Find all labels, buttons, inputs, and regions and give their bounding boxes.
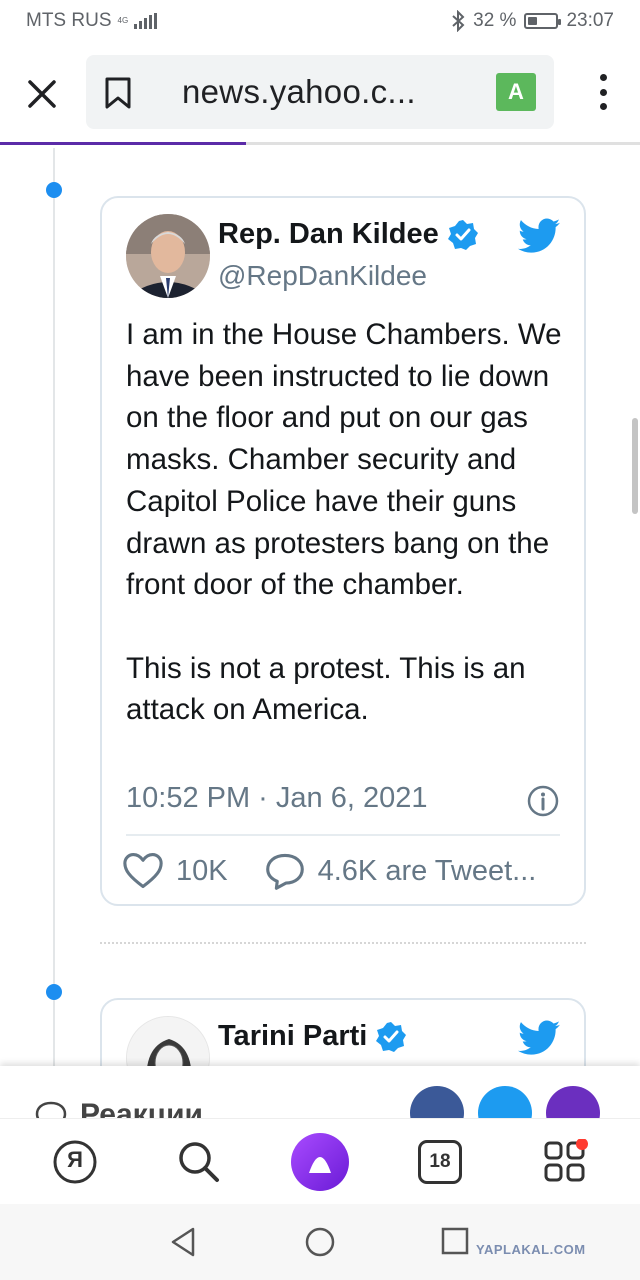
scrollbar[interactable] — [632, 418, 638, 514]
avatar-image — [126, 214, 210, 298]
bluetooth-icon — [452, 10, 465, 32]
avatar[interactable] — [126, 214, 210, 298]
like-button[interactable]: 10K — [122, 852, 228, 890]
reactions-button[interactable]: Реакции — [34, 1098, 203, 1118]
system-navigation-bar: YAPLAKAL.COM — [0, 1204, 640, 1280]
twitter-bird-icon[interactable] — [518, 218, 560, 254]
page-load-progress-fill — [0, 142, 247, 145]
translate-label: A — [508, 79, 524, 104]
tweet-timestamp[interactable]: 10:52 PM · Jan 6, 2021 — [126, 782, 427, 815]
reactions-strip: Реакции — [0, 1066, 640, 1118]
twitter-bird-icon[interactable] — [518, 1020, 560, 1056]
battery-icon — [524, 13, 562, 29]
comment-icon — [35, 1101, 67, 1118]
tabs-button[interactable]: 18 — [418, 1140, 462, 1184]
info-icon[interactable] — [526, 784, 560, 818]
back-icon[interactable] — [168, 1226, 198, 1258]
yandex-icon[interactable]: Я — [52, 1139, 98, 1185]
translate-icon[interactable]: A — [496, 73, 536, 111]
signal-strength-icon — [134, 13, 158, 29]
alice-assistant-button[interactable] — [291, 1133, 349, 1191]
page-load-progress — [0, 142, 640, 145]
close-icon[interactable] — [22, 74, 62, 114]
url-text[interactable]: news.yahoo.c... — [182, 73, 416, 111]
yandex-label: Я — [67, 1147, 83, 1172]
tweet-actions: 10K 4.6K are Tweet... — [122, 852, 536, 890]
reply-button[interactable]: 4.6K are Tweet... — [264, 852, 537, 890]
alice-icon — [309, 1157, 331, 1173]
battery-level-fill — [528, 17, 537, 25]
comment-icon — [265, 853, 304, 890]
search-icon[interactable] — [176, 1139, 222, 1185]
status-bar: MTS RUS 4G 32 % 23:07 — [0, 0, 640, 44]
author-name[interactable]: Tarini Parti — [218, 1020, 407, 1053]
verified-badge-icon — [447, 219, 478, 250]
carrier-name: MTS RUS — [26, 10, 112, 31]
heart-icon — [123, 853, 163, 889]
browser-toolbar: news.yahoo.c... A — [0, 44, 640, 144]
carrier-info: MTS RUS 4G — [26, 10, 158, 32]
bookmark-icon[interactable] — [104, 77, 132, 109]
recent-apps-icon[interactable] — [440, 1226, 470, 1256]
twitter-share-icon[interactable] — [478, 1086, 532, 1118]
home-icon[interactable] — [304, 1226, 336, 1258]
browser-bottom-bar: Я 18 — [0, 1118, 640, 1204]
like-count: 10K — [176, 854, 228, 887]
timeline-dot — [46, 984, 62, 1000]
tweet-card[interactable]: Rep. Dan Kildee @RepDanKildee I am in th… — [100, 196, 586, 906]
services-grid-icon[interactable] — [542, 1139, 588, 1185]
battery-percent: 32 % — [473, 10, 517, 31]
clock: 23:07 — [566, 10, 614, 31]
more-menu-icon[interactable] — [598, 74, 608, 110]
watermark: YAPLAKAL.COM — [476, 1242, 586, 1257]
verified-badge-icon — [376, 1021, 407, 1052]
address-bar[interactable]: news.yahoo.c... A — [86, 55, 554, 129]
author-name[interactable]: Rep. Dan Kildee — [218, 218, 479, 251]
reply-count: 4.6K are Tweet... — [317, 854, 537, 887]
timeline-dot — [46, 182, 62, 198]
author-handle[interactable]: @RepDanKildee — [218, 260, 427, 292]
tabs-count: 18 — [429, 1151, 451, 1172]
email-share-icon[interactable] — [546, 1086, 600, 1118]
status-right: 32 % 23:07 — [451, 10, 614, 32]
facebook-share-icon[interactable] — [410, 1086, 464, 1118]
tweet-text: I am in the House Chambers. We have been… — [126, 318, 562, 727]
timeline-line — [53, 148, 55, 1068]
separator — [100, 942, 586, 944]
network-type: 4G — [117, 16, 129, 25]
divider — [126, 834, 560, 836]
